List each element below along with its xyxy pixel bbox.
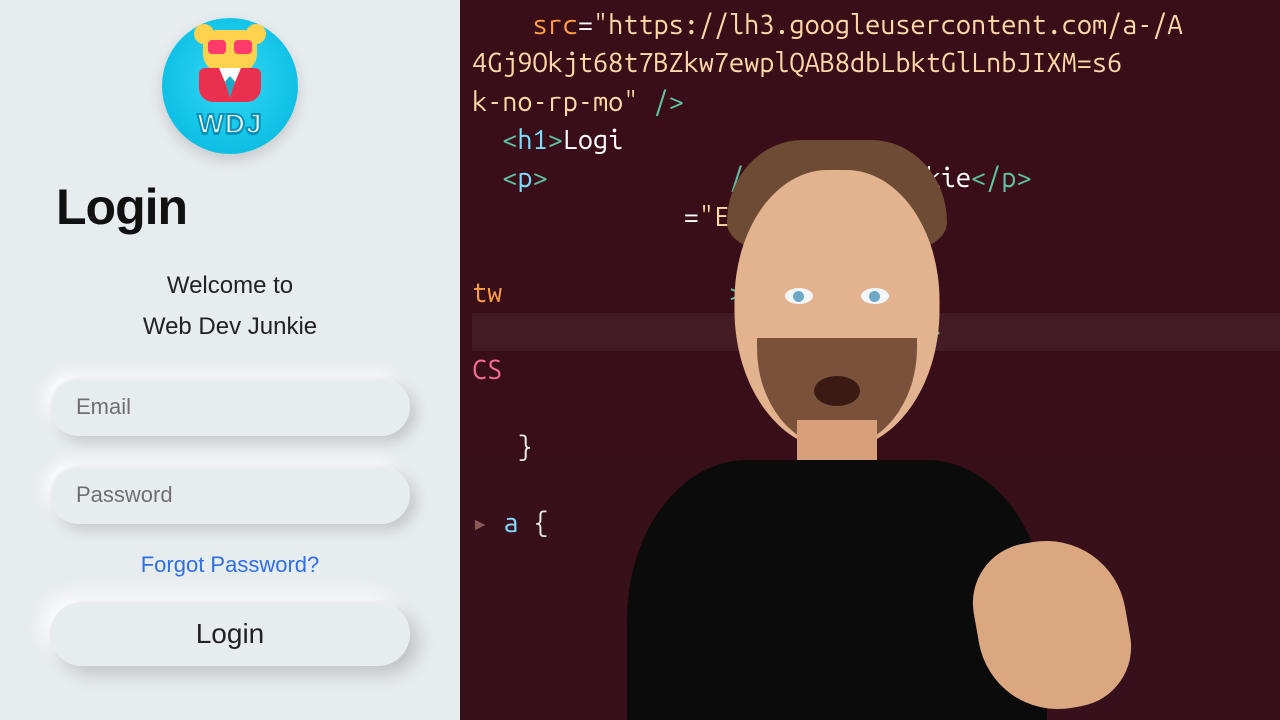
code-close-brace: } [517,432,532,462]
logo-badge-text: WDJ [162,108,298,140]
fold-arrow-icon: ▸ [472,508,488,538]
code-string-email: "Email" [699,202,805,232]
login-card: WDJ Login Welcome to Web Dev Junkie Forg… [0,0,460,720]
welcome-line-2: Web Dev Junkie [143,307,317,348]
code-block: src="https://lh3.googleusercontent.com/a… [472,6,1280,543]
welcome-text: Welcome to Web Dev Junkie [143,266,317,348]
hand-gesture-icon [964,528,1141,720]
email-field[interactable] [50,378,410,436]
code-url-part3: k-no-rp-mo" [472,87,638,117]
welcome-line-1: Welcome to [143,266,317,307]
code-tag-p: p [517,163,532,193]
code-url-part1: "https://lh3.googleusercontent.com/a-/A [593,10,1183,40]
code-string-password: "Password" [744,240,895,270]
code-tag-h1: h1 [517,125,547,155]
code-text-password-q: Password? [744,317,880,347]
code-url-part2: 4Gj9Okjt68t7BZkw7ewplQAB8dbLbktGlLnbJIXM… [472,48,1122,78]
glasses-icon [206,40,254,56]
password-field[interactable] [50,466,410,524]
wdj-logo: WDJ [162,18,298,154]
code-editor: src="https://lh3.googleusercontent.com/a… [460,0,1280,720]
code-text-wdj: Web Dev Junkie [759,163,971,193]
login-heading: Login [56,178,187,236]
login-button[interactable]: Login [50,602,410,666]
code-selector-a: a [503,508,518,538]
code-attr-src: src [532,10,577,40]
forgot-password-link[interactable]: Forgot Password? [141,552,320,578]
